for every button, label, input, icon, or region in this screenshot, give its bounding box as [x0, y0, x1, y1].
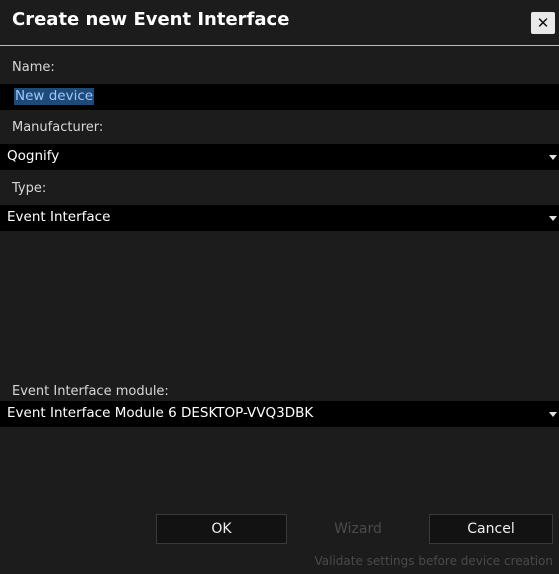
- module-label: Event Interface module:: [12, 384, 169, 399]
- type-selected-value: Event Interface: [7, 209, 111, 225]
- manufacturer-dropdown[interactable]: Qognify: [0, 144, 559, 170]
- type-dropdown[interactable]: Event Interface: [0, 205, 559, 231]
- module-dropdown[interactable]: Event Interface Module 6 DESKTOP-VVQ3DBK: [0, 401, 559, 427]
- chevron-down-icon: [549, 412, 557, 417]
- type-label: Type:: [12, 181, 47, 196]
- create-event-interface-dialog: Create new Event Interface ✕ Name: New d…: [0, 0, 559, 574]
- chevron-down-icon: [549, 155, 557, 160]
- manufacturer-label: Manufacturer:: [12, 120, 104, 135]
- dialog-titlebar: Create new Event Interface ✕: [0, 0, 559, 46]
- cancel-button[interactable]: Cancel: [429, 514, 553, 544]
- close-button[interactable]: ✕: [531, 12, 555, 34]
- ok-button[interactable]: OK: [156, 514, 287, 544]
- chevron-down-icon: [549, 216, 557, 221]
- wizard-button[interactable]: Wizard: [293, 514, 423, 544]
- name-input[interactable]: New device: [0, 84, 559, 110]
- manufacturer-selected-value: Qognify: [7, 148, 60, 164]
- name-label: Name:: [12, 60, 55, 75]
- validation-hint: Validate settings before device creation: [314, 554, 554, 568]
- dialog-title: Create new Event Interface: [12, 9, 290, 30]
- module-selected-value: Event Interface Module 6 DESKTOP-VVQ3DBK: [7, 405, 314, 421]
- name-input-selected-text: New device: [14, 88, 95, 105]
- close-icon: ✕: [536, 14, 550, 32]
